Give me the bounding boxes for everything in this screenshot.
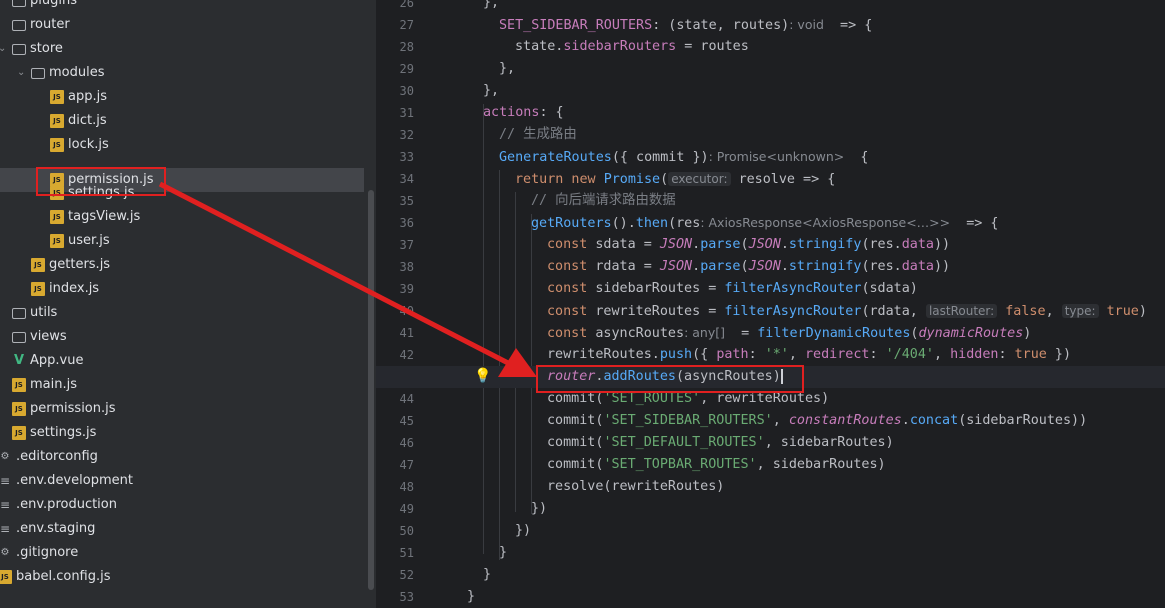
annotation-arrow [158,181,537,377]
